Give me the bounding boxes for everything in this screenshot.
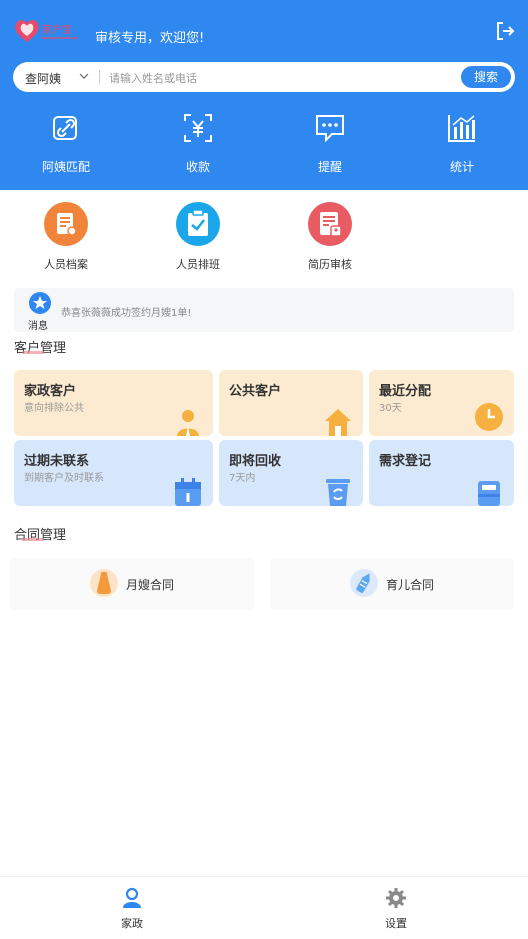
tab-label: 设置 bbox=[385, 917, 407, 930]
search-input[interactable] bbox=[107, 67, 461, 89]
customer-section-title: 客户管理 bbox=[14, 337, 66, 356]
house-icon bbox=[325, 409, 351, 436]
quick-label: 人员排班 bbox=[176, 258, 220, 271]
quick-profile[interactable]: 人员档案 bbox=[21, 202, 111, 272]
card-subtitle: 30天 bbox=[379, 403, 402, 414]
bar-chart-icon bbox=[448, 115, 475, 142]
chevron-down-icon[interactable] bbox=[79, 72, 89, 80]
tab-household[interactable]: 家政 bbox=[102, 887, 162, 931]
card-expired-no-contact[interactable]: 过期未联系 到期客户及时联系 bbox=[14, 440, 213, 506]
welcome-text: 审核专用，欢迎您! bbox=[95, 31, 205, 46]
tab-settings[interactable]: 设置 bbox=[366, 887, 426, 931]
search-divider bbox=[99, 70, 100, 84]
notice-text: 恭喜张薇薇成功签约月嫂1单! bbox=[61, 308, 192, 319]
person-type-select[interactable]: 查阿姨 bbox=[25, 70, 61, 87]
nav-payment[interactable]: 收款 bbox=[148, 112, 248, 175]
nav-label: 统计 bbox=[449, 160, 474, 174]
nav-statistics[interactable]: 统计 bbox=[412, 112, 512, 175]
nav-label: 阿姨匹配 bbox=[41, 160, 90, 174]
nav-aunt-match[interactable]: 阿姨匹配 bbox=[16, 112, 116, 175]
card-title: 最近分配 bbox=[379, 384, 432, 399]
card-subtitle: 7天内 bbox=[229, 473, 256, 484]
recycle-bin-icon bbox=[326, 479, 350, 506]
notice-bar[interactable]: 消息 恭喜张薇薇成功签约月嫂1单! bbox=[14, 288, 514, 332]
clock-icon bbox=[475, 403, 503, 431]
person-icon bbox=[177, 410, 199, 436]
resume-review-icon bbox=[308, 202, 352, 246]
top-nav: 阿姨匹配 收款 提醒 统计 bbox=[0, 112, 528, 176]
logout-icon[interactable] bbox=[494, 20, 516, 42]
chat-icon bbox=[316, 115, 344, 143]
yuan-scan-icon bbox=[184, 114, 212, 142]
profile-file-icon bbox=[44, 202, 88, 246]
card-recent-assigned[interactable]: 最近分配 30天 bbox=[369, 370, 514, 436]
quick-label: 人员档案 bbox=[44, 258, 88, 271]
clipboard-check-icon bbox=[176, 202, 220, 246]
card-title: 即将回收 bbox=[229, 454, 282, 469]
contract-section-title: 合同管理 bbox=[14, 524, 66, 543]
card-subtitle: 意向排除公共 bbox=[24, 403, 84, 414]
card-title: 过期未联系 bbox=[24, 454, 90, 469]
card-public-customers[interactable]: 公共客户 bbox=[219, 370, 363, 436]
nav-label: 提醒 bbox=[317, 160, 342, 174]
card-title: 需求登记 bbox=[379, 454, 432, 469]
notice-tag: 消息 bbox=[28, 321, 48, 332]
logo-icon: 家户宝 bbox=[15, 20, 78, 42]
search-button[interactable]: 搜索 bbox=[461, 66, 511, 88]
quick-actions: 人员档案 人员排班 简历审核 bbox=[0, 202, 528, 272]
card-demand-register[interactable]: 需求登记 bbox=[369, 440, 514, 506]
card-title: 公共客户 bbox=[229, 384, 282, 399]
quick-resume-review[interactable]: 简历审核 bbox=[285, 202, 375, 272]
tab-label: 家政 bbox=[121, 917, 143, 930]
calendar-icon bbox=[175, 478, 201, 506]
contract-label: 育儿合同 bbox=[386, 578, 435, 592]
header: 家户宝 审核专用，欢迎您! 查阿姨 搜索 阿姨匹配 收款 bbox=[0, 0, 528, 190]
card-household-customers[interactable]: 家政客户 意向排除公共 bbox=[14, 370, 213, 436]
nav-label: 收款 bbox=[185, 160, 210, 174]
register-box-icon bbox=[478, 481, 500, 506]
link-icon bbox=[53, 116, 77, 140]
title-underline bbox=[22, 538, 44, 541]
bottle-icon bbox=[90, 569, 118, 597]
contract-childcare[interactable]: 育儿合同 bbox=[270, 558, 514, 610]
title-underline bbox=[22, 351, 44, 354]
bottom-tabbar: 家政 设置 bbox=[0, 876, 528, 939]
contract-maternity-matron[interactable]: 月嫂合同 bbox=[10, 558, 254, 610]
card-subtitle: 到期客户及时联系 bbox=[24, 473, 104, 484]
person-tab-icon bbox=[123, 887, 141, 908]
card-title: 家政客户 bbox=[24, 384, 77, 399]
feeding-bottle-icon bbox=[350, 569, 378, 597]
contract-label: 月嫂合同 bbox=[126, 578, 175, 592]
card-soon-recycle[interactable]: 即将回收 7天内 bbox=[219, 440, 363, 506]
search-bar: 查阿姨 搜索 bbox=[13, 62, 515, 92]
quick-label: 简历审核 bbox=[308, 258, 352, 271]
gear-icon bbox=[386, 888, 406, 908]
nav-reminder[interactable]: 提醒 bbox=[280, 112, 380, 175]
quick-schedule[interactable]: 人员排班 bbox=[153, 202, 243, 272]
logo-text: 家户宝 bbox=[42, 23, 72, 36]
star-badge-icon bbox=[29, 292, 51, 314]
